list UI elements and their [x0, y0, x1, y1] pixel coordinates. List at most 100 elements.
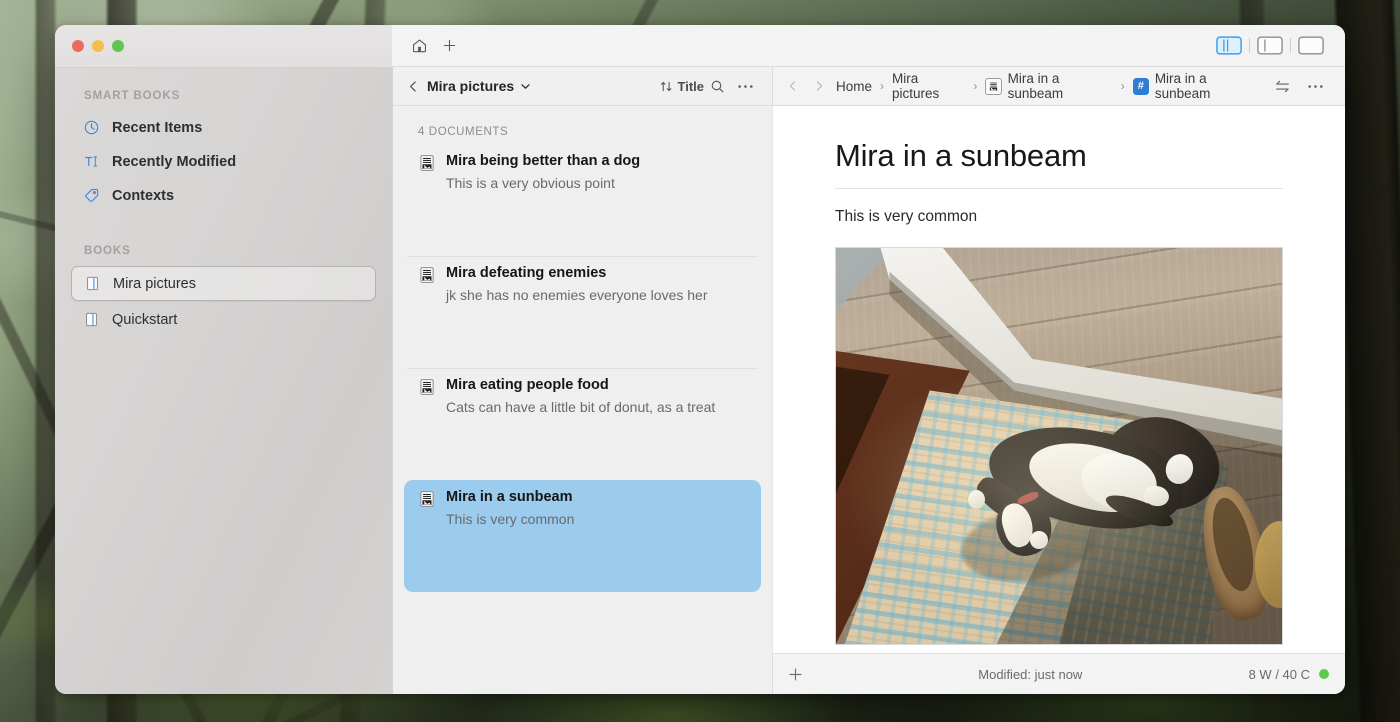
breadcrumb-item-document[interactable]: Mira in a sunbeam — [982, 71, 1115, 101]
desktop: SMART BOOKS Recent Items Recently Modifi… — [0, 0, 1400, 722]
ellipsis-icon[interactable] — [1300, 84, 1331, 89]
book-icon — [82, 310, 101, 329]
list-item-text: Mira defeating enemies jk she has no ene… — [446, 264, 707, 305]
breadcrumb-item-home[interactable]: Home — [833, 79, 875, 94]
document-image-icon — [418, 266, 436, 289]
list-item-title: Mira eating people food — [446, 377, 609, 393]
sort-arrows-icon — [660, 81, 671, 91]
text-cursor-icon — [82, 152, 101, 171]
breadcrumb-item-book[interactable]: Mira pictures — [889, 71, 968, 101]
list-item-title: Mira defeating enemies — [446, 265, 607, 281]
list-item-row: Mira defeating enemies jk she has no ene… — [418, 264, 753, 305]
panel-toggle-group — [1209, 35, 1331, 57]
sidebar-item-label: Mira pictures — [113, 275, 196, 292]
list-item[interactable]: Mira being better than a dog This is a v… — [404, 144, 761, 256]
sort-label: Title — [677, 78, 705, 94]
toggle-divider-2 — [1290, 38, 1291, 53]
breadcrumb-label: Mira in a sunbeam — [1007, 71, 1064, 101]
window-titlebar — [55, 25, 1345, 67]
list-item-subtitle: This is a very obvious point — [446, 174, 615, 191]
sidebar-item-contexts[interactable]: Contexts — [71, 179, 376, 212]
chevron-left-icon[interactable] — [781, 80, 805, 92]
editor-panel: Home › Mira pictures › Mira in a sunbeam… — [772, 67, 1345, 694]
status-modified: Modified: just now — [978, 666, 1083, 682]
panel-full-icon[interactable] — [1296, 35, 1326, 57]
title-divider — [835, 188, 1283, 189]
list-item-row: Mira being better than a dog This is a v… — [418, 152, 753, 193]
editor-image[interactable] — [835, 247, 1283, 645]
list-item-row: Mira in a sunbeam This is very common — [418, 488, 753, 529]
document-image-icon — [418, 154, 436, 177]
list-item-title: Mira in a sunbeam — [446, 489, 573, 505]
sort-control[interactable]: Title — [660, 78, 705, 94]
breadcrumb-separator: › — [973, 79, 978, 93]
list-item-text: Mira in a sunbeam This is very common — [446, 488, 574, 529]
panel-left-split-icon[interactable] — [1214, 35, 1244, 57]
sidebar-item-recently-modified[interactable]: Recently Modified — [71, 145, 376, 178]
sidebar-item-label: Contexts — [112, 187, 175, 204]
list-item-subtitle: jk she has no enemies everyone loves her — [446, 286, 708, 303]
search-icon[interactable] — [704, 79, 731, 94]
minimize-button[interactable] — [92, 40, 104, 52]
panel-left-icon[interactable] — [1255, 35, 1285, 57]
list-item-text: Mira being better than a dog This is a v… — [446, 152, 640, 193]
list-item-text: Mira eating people food Cats can have a … — [446, 376, 715, 417]
breadcrumb-label: Mira pictures — [892, 71, 940, 101]
list-item[interactable]: Mira eating people food Cats can have a … — [404, 368, 761, 480]
chevron-down-icon — [521, 83, 530, 89]
document-list[interactable]: Mira being better than a dog This is a v… — [393, 144, 772, 694]
titlebar-left — [55, 25, 392, 67]
sidebar-item-mira-pictures[interactable]: Mira pictures — [71, 266, 376, 301]
close-button[interactable] — [72, 40, 84, 52]
sidebar-item-label: Recent Items — [112, 119, 203, 136]
book-icon — [83, 274, 102, 293]
home-icon[interactable] — [404, 33, 434, 59]
list-title-menu[interactable]: Mira pictures — [427, 78, 531, 94]
swap-arrows-icon[interactable] — [1267, 79, 1298, 94]
editor-content[interactable]: Mira in a sunbeam This is very common — [772, 106, 1345, 653]
list-item[interactable]: Mira defeating enemies jk she has no ene… — [404, 256, 761, 368]
status-counts-label: 8 W / 40 C — [1248, 666, 1311, 682]
status-bar: Modified: just now 8 W / 40 C — [772, 653, 1345, 694]
sidebar-section-header-books: BOOKS — [84, 245, 131, 257]
plus-icon[interactable] — [434, 33, 464, 59]
sidebar: SMART BOOKS Recent Items Recently Modifi… — [55, 67, 392, 694]
sidebar-item-quickstart[interactable]: Quickstart — [71, 302, 376, 337]
sidebar-item-recent-items[interactable]: Recent Items — [71, 111, 376, 144]
editor-paragraph: This is very common — [835, 208, 978, 225]
document-image-icon — [418, 490, 436, 513]
list-item-title: Mira being better than a dog — [446, 153, 641, 169]
photo-sunbeam — [836, 248, 1282, 644]
titlebar-right — [392, 25, 1345, 67]
app-window: SMART BOOKS Recent Items Recently Modifi… — [55, 25, 1345, 694]
breadcrumb-separator: › — [880, 79, 885, 93]
breadcrumb-item-heading[interactable]: # Mira in a sunbeam — [1130, 71, 1263, 101]
document-count-label: 4 DOCUMENTS — [418, 126, 509, 138]
window-body: SMART BOOKS Recent Items Recently Modifi… — [55, 67, 1345, 694]
plus-icon[interactable] — [787, 666, 812, 683]
toggle-divider-1 — [1249, 38, 1250, 53]
sidebar-item-label: Quickstart — [112, 311, 178, 328]
clock-icon — [82, 118, 101, 137]
breadcrumb-separator: › — [1120, 79, 1125, 93]
list-title-label: Mira pictures — [427, 78, 515, 94]
breadcrumb-label: Home — [836, 78, 873, 94]
breadcrumb: Home › Mira pictures › Mira in a sunbeam… — [772, 67, 1345, 106]
document-image-icon — [985, 77, 1002, 95]
tag-icon — [82, 186, 101, 205]
sidebar-item-label: Recently Modified — [112, 153, 237, 170]
sidebar-section-header-smart-books: SMART BOOKS — [84, 90, 181, 102]
chevron-right-icon[interactable] — [807, 80, 831, 92]
ellipsis-icon[interactable] — [731, 84, 760, 89]
document-list-panel: Mira pictures Title 4 DOCUMENTS Mira bei… — [392, 67, 772, 694]
list-toolbar: Mira pictures Title — [393, 67, 772, 106]
list-item-row: Mira eating people food Cats can have a … — [418, 376, 753, 417]
list-item-selected[interactable]: Mira in a sunbeam This is very common — [404, 480, 761, 592]
chevron-left-icon[interactable] — [405, 80, 427, 93]
maximize-button[interactable] — [112, 40, 124, 52]
breadcrumb-label: Mira in a sunbeam — [1154, 71, 1211, 101]
page-title: Mira in a sunbeam — [835, 138, 1087, 173]
list-item-subtitle: This is very common — [446, 510, 575, 527]
document-image-icon — [418, 378, 436, 401]
